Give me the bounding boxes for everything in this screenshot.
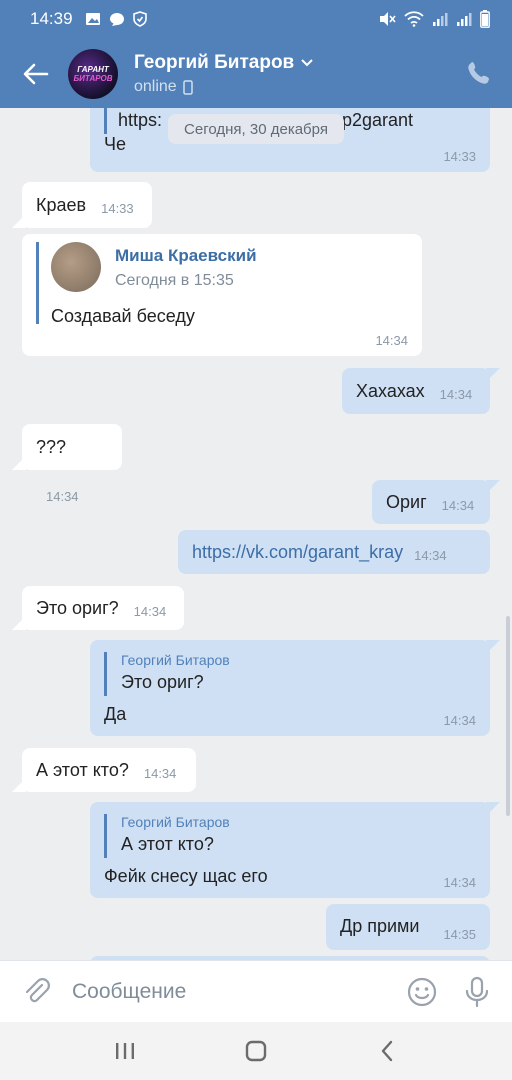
reply-text: А этот кто? (121, 834, 214, 854)
message-time: 14:33 (443, 149, 476, 164)
paperclip-icon[interactable] (22, 977, 52, 1007)
phone-device-icon (182, 79, 193, 95)
chat-bubble-icon (109, 12, 124, 26)
message-text: Че (104, 134, 127, 154)
battery-icon (480, 10, 490, 28)
chevron-left-icon (381, 1040, 392, 1062)
reply-author: Георгий Битаров (121, 814, 230, 830)
message-text: Хахахах (356, 381, 425, 401)
message-text: Это ориг? (36, 598, 119, 618)
message-link-partial[interactable]: p2garant (342, 110, 413, 131)
message-time: 14:34 (443, 875, 476, 890)
back-nav-button[interactable] (367, 1031, 407, 1071)
message-text: ??? (36, 437, 67, 457)
message-time: 14:34 (46, 489, 79, 504)
signal-icon (457, 13, 472, 26)
message-time: 14:35 (443, 927, 476, 942)
message-incoming[interactable]: Это ориг? 14:34 (12, 586, 184, 630)
message-time: 14:34 (443, 713, 476, 728)
home-button[interactable] (236, 1031, 276, 1071)
status-bar: 14:39 (0, 0, 512, 38)
message-input[interactable]: Сообщение (72, 980, 406, 1004)
forwarded-text: Создавай беседу (51, 306, 195, 326)
back-button[interactable] (16, 54, 56, 94)
message-composer: Сообщение (0, 960, 512, 1022)
system-nav-bar (0, 1022, 512, 1080)
message-time: 14:34 (414, 548, 447, 563)
message-link-partial[interactable]: https: (118, 110, 162, 131)
recent-apps-icon (116, 1043, 135, 1059)
message-outgoing[interactable]: Хахахах 14:34 (342, 368, 500, 414)
forwarded-author[interactable]: Миша Краевский (115, 246, 257, 266)
reply-block[interactable]: Георгий Битаров А этот кто? (104, 814, 464, 858)
message-outgoing[interactable]: Ориг 14:34 (372, 480, 500, 524)
image-icon (85, 13, 100, 25)
message-incoming[interactable]: Краев 14:33 (12, 182, 152, 228)
reply-block[interactable]: Георгий Битаров Это ориг? (104, 652, 464, 696)
forwarded-block[interactable]: Миша Краевский Сегодня в 15:35 Создавай … (36, 242, 396, 326)
forwarded-date: Сегодня в 15:35 (115, 272, 234, 289)
message-outgoing[interactable]: https://vk.com/garant_kray 14:34 (178, 530, 490, 574)
forwarded-avatar[interactable] (51, 242, 101, 292)
status-time: 14:39 (30, 9, 73, 28)
message-text: Да (104, 704, 127, 724)
message-text: Краев (36, 195, 87, 215)
message-outgoing[interactable]: Др прими 14:35 (326, 904, 490, 950)
shield-icon (132, 11, 147, 27)
message-outgoing-reply[interactable]: Георгий Битаров А этот кто? Фейк снесу щ… (90, 802, 500, 898)
message-time: 14:34 (133, 604, 167, 619)
wifi-icon (404, 11, 424, 27)
message-list[interactable]: https: p2garant Че 14:33 Сегодня, 30 дек… (0, 108, 512, 960)
recent-apps-button[interactable] (105, 1031, 145, 1071)
message-incoming[interactable]: А этот кто? 14:34 (12, 748, 196, 792)
message-text: А этот кто? (36, 760, 129, 780)
reply-text: Это ориг? (121, 672, 204, 692)
message-link[interactable]: https://vk.com/garant_kray (192, 542, 403, 562)
reply-author: Георгий Битаров (121, 652, 230, 668)
chat-header: ГАРАНТ БИТАРОВ Георгий Битаров online (0, 40, 512, 108)
mute-icon (380, 12, 396, 26)
avatar-text-bottom: БИТАРОВ (73, 74, 113, 83)
message-text: Фейк снесу щас его (104, 866, 268, 886)
chevron-down-icon (301, 59, 313, 67)
microphone-icon[interactable] (464, 976, 490, 1008)
message-incoming-forwarded[interactable]: Миша Краевский Сегодня в 15:35 Создавай … (22, 234, 422, 356)
contact-name: Георгий Битаров (134, 52, 295, 73)
message-text: Др прими (340, 916, 420, 936)
message-text: Ориг (386, 492, 427, 512)
avatar[interactable]: ГАРАНТ БИТАРОВ (68, 49, 118, 99)
avatar-text-top: ГАРАНТ (77, 65, 109, 74)
online-status: online (134, 78, 177, 95)
smile-icon[interactable] (406, 976, 438, 1008)
date-divider: Сегодня, 30 декабря (168, 114, 344, 144)
arrow-left-icon (23, 63, 49, 85)
scrollbar[interactable] (506, 616, 510, 816)
phone-icon[interactable] (464, 58, 494, 88)
message-time: 14:33 (101, 201, 134, 216)
message-time: 14:34 (439, 387, 473, 402)
message-outgoing-reply[interactable]: Георгий Битаров Это ориг? Да 14:34 (90, 640, 500, 736)
message-incoming[interactable]: ??? 14:34 (12, 424, 122, 504)
message-time: 14:34 (375, 333, 408, 348)
home-icon (245, 1040, 267, 1062)
signal-icon (433, 13, 448, 26)
message-time: 14:34 (143, 766, 177, 781)
header-titles[interactable]: Георгий Битаров online (134, 52, 314, 96)
top-bar: 14:39 ГАРАНТ БИТАРОВ Георгий Битаров onl… (0, 0, 512, 108)
message-time: 14:34 (441, 498, 475, 513)
